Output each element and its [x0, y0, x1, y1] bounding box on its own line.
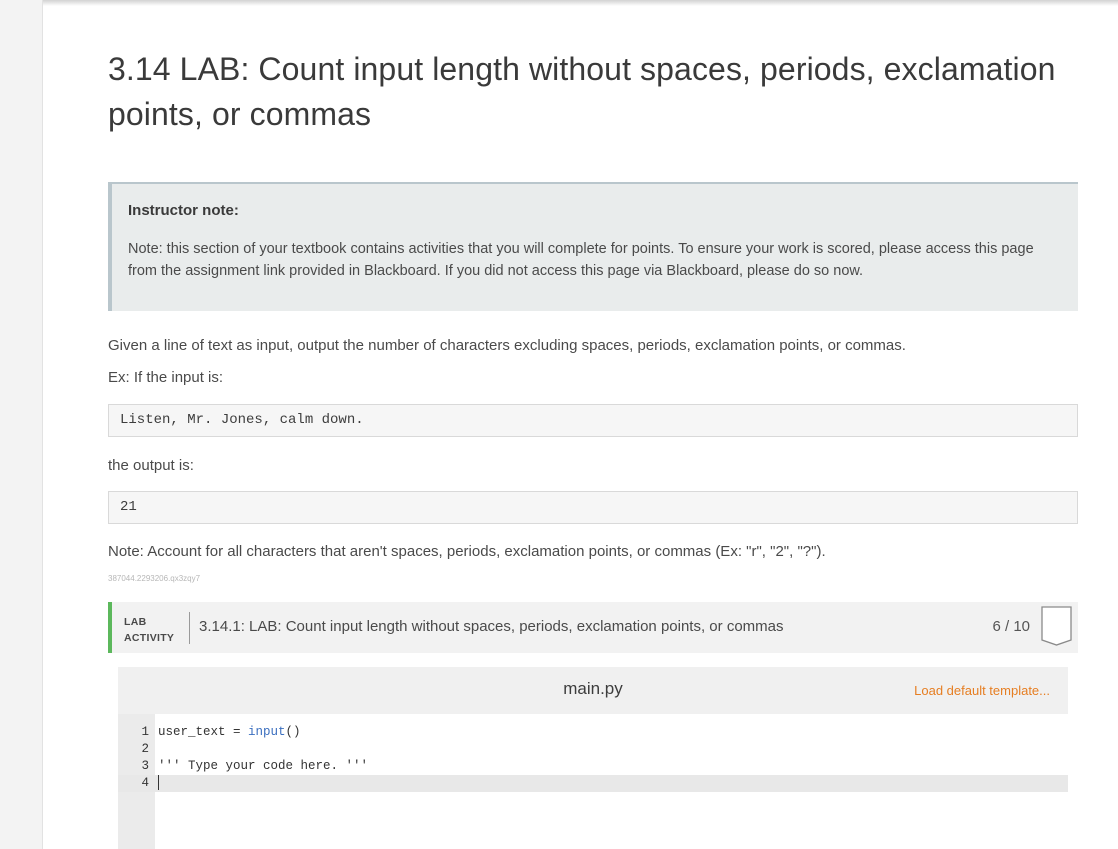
lab-score: 6 / 10	[992, 618, 1030, 635]
code-line-text: ''' Type your code here. '''	[158, 759, 369, 773]
text-cursor	[158, 775, 159, 791]
editor-toolbar: main.py Load default template...	[118, 667, 1068, 714]
lab-activity-header: LAB ACTIVITY 3.14.1: LAB: Count input le…	[108, 602, 1078, 653]
code-line[interactable]: 3 ''' Type your code here. '''	[118, 758, 1068, 775]
example-input-block: Listen, Mr. Jones, calm down.	[108, 404, 1078, 437]
line-number: 4	[141, 776, 149, 790]
page-title: 3.14 LAB: Count input length without spa…	[108, 51, 1056, 132]
instructor-note-heading: Instructor note:	[128, 202, 239, 219]
line-number: 3	[141, 759, 149, 773]
lab-header-divider	[189, 612, 190, 644]
lab-activity-label: LAB ACTIVITY	[124, 616, 175, 644]
code-line-active[interactable]: 4	[118, 775, 1068, 792]
problem-description: Given a line of text as input, output th…	[108, 337, 906, 354]
top-shadow	[43, 0, 1118, 6]
account-note: Note: Account for all characters that ar…	[108, 543, 826, 560]
code-line[interactable]: 2	[118, 741, 1068, 758]
reference-id: 387044.2293206.qx3zqy7	[108, 574, 201, 583]
code-line-text: user_text = input()	[158, 725, 301, 739]
code-line[interactable]: 1 user_text = input()	[118, 724, 1068, 741]
code-editor: main.py Load default template... 1 user_…	[118, 667, 1068, 849]
code-line-text	[158, 775, 159, 792]
left-gutter	[0, 0, 43, 849]
example-output-block: 21	[108, 491, 1078, 524]
line-number: 1	[141, 725, 149, 739]
instructor-note-body: Note: this section of your textbook cont…	[128, 241, 1034, 279]
example-label: Ex: If the input is:	[108, 369, 224, 386]
load-default-template-link[interactable]: Load default template...	[914, 683, 1050, 698]
score-badge-icon	[1041, 606, 1072, 646]
line-number: 2	[141, 742, 149, 756]
instructor-note: Instructor note: Note: this section of y…	[108, 182, 1078, 311]
lab-activity-title: 3.14.1: LAB: Count input length without …	[199, 618, 784, 635]
output-label: the output is:	[108, 457, 194, 474]
editor-text-area[interactable]: 1 user_text = input() 2 3 ''' Type your …	[118, 714, 1068, 849]
